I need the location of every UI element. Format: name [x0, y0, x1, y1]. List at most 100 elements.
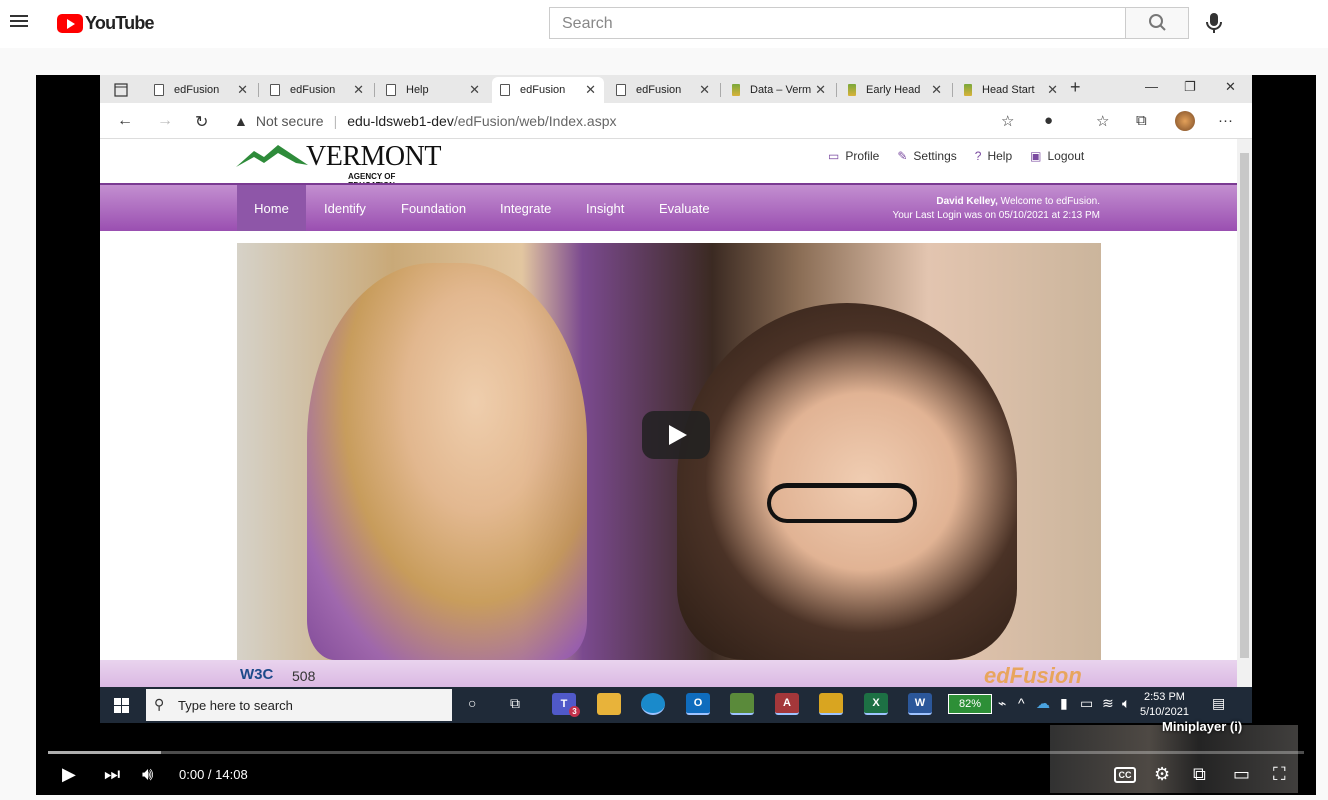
extension-icon[interactable]: ●: [1044, 112, 1053, 129]
help-link[interactable]: ? Help: [975, 149, 1012, 163]
nav-insight[interactable]: Insight: [586, 185, 624, 231]
next-icon[interactable]: ⏭︎: [104, 764, 120, 785]
youtube-logo[interactable]: YouTube: [57, 12, 155, 34]
tab-label: edFusion: [520, 84, 566, 96]
tab-actions-icon[interactable]: [114, 77, 128, 103]
tab-divider: [720, 83, 721, 97]
miniplayer-icon[interactable]: ⧉: [1193, 764, 1206, 785]
word-icon[interactable]: W: [908, 693, 932, 715]
windows-start-icon[interactable]: [114, 698, 129, 713]
close-icon[interactable]: ✕: [353, 82, 364, 98]
browser-tab[interactable]: edFusion ✕: [146, 77, 256, 103]
app-icon[interactable]: [819, 693, 843, 715]
close-icon[interactable]: ✕: [585, 82, 596, 98]
microphone-icon[interactable]: [1203, 11, 1225, 35]
volume-icon[interactable]: 🔊︎: [142, 764, 153, 785]
youtube-search-button[interactable]: [1125, 7, 1189, 39]
browser-tab[interactable]: edFusion ✕: [608, 77, 718, 103]
page-icon: [386, 84, 396, 96]
fullscreen-icon[interactable]: ⛶: [1273, 764, 1286, 785]
settings-gear-icon[interactable]: ⚙: [1154, 764, 1170, 785]
time-total: 14:08: [215, 767, 248, 782]
onedrive-icon[interactable]: ☁: [1036, 695, 1050, 712]
scrollbar-thumb[interactable]: [1240, 153, 1249, 658]
browser-tab[interactable]: Early Head ✕: [840, 77, 950, 103]
close-icon[interactable]: ✕: [931, 82, 942, 98]
video-player[interactable]: edFusion ✕ edFusion ✕ Help ✕ edFusion ✕ edFu…: [36, 75, 1316, 795]
time-current: 0:00: [179, 767, 205, 782]
time-display: 0:00 / 14:08: [179, 767, 248, 782]
vermont-logo[interactable]: VERMONT AGENCY OF EDUCATION: [236, 141, 441, 190]
url-field[interactable]: ▲ Not secure | edu-ldsweb1-dev /edFusion…: [234, 108, 1024, 134]
access-icon[interactable]: A: [775, 693, 799, 715]
app-icon[interactable]: [730, 693, 754, 715]
captions-button[interactable]: CC: [1114, 767, 1136, 783]
taskbar-search-input[interactable]: ⚲ Type here to search: [146, 689, 452, 721]
add-favorite-icon[interactable]: ☆: [1001, 112, 1014, 130]
favorites-icon[interactable]: ☆: [1096, 112, 1109, 130]
nav-home[interactable]: Home: [237, 185, 306, 231]
progress-bar[interactable]: [48, 751, 1304, 754]
welcome-name: David Kelley,: [936, 196, 998, 207]
large-play-button[interactable]: [642, 411, 710, 459]
nav-evaluate[interactable]: Evaluate: [659, 185, 710, 231]
page-scrollbar[interactable]: [1237, 139, 1252, 693]
browser-tab[interactable]: Help ✕: [378, 77, 488, 103]
forward-arrow-icon[interactable]: →: [157, 112, 173, 130]
logout-link[interactable]: ▣ Logout: [1030, 149, 1084, 163]
notifications-icon[interactable]: ▤: [1212, 695, 1225, 712]
miniplayer-tooltip: Miniplayer (i): [1162, 719, 1243, 734]
collections-icon[interactable]: ⧉: [1136, 112, 1147, 129]
profile-link[interactable]: ▭ Profile: [828, 149, 879, 163]
tab-label: edFusion: [636, 84, 682, 96]
close-icon[interactable]: ✕: [699, 82, 710, 98]
nav-identify[interactable]: Identify: [324, 185, 366, 231]
task-view-icon[interactable]: ⧉: [510, 695, 520, 712]
minimize-icon[interactable]: —: [1145, 79, 1158, 94]
avatar[interactable]: [1175, 111, 1195, 131]
new-tab-icon[interactable]: +: [1070, 77, 1081, 98]
settings-link[interactable]: ✎ Settings: [897, 149, 956, 163]
close-icon[interactable]: ✕: [815, 82, 826, 98]
more-menu-icon[interactable]: ···: [1218, 112, 1233, 129]
hamburger-menu-icon[interactable]: [10, 12, 30, 32]
theater-mode-icon[interactable]: ▭: [1233, 764, 1250, 785]
nav-integrate[interactable]: Integrate: [500, 185, 551, 231]
browser-tab-strip: edFusion ✕ edFusion ✕ Help ✕ edFusion ✕ edFu…: [100, 75, 1252, 103]
battery-indicator[interactable]: 82%: [948, 694, 992, 714]
address-bar-row: ← → ↻ ▲ Not secure | edu-ldsweb1-dev /ed…: [100, 103, 1252, 139]
wrench-icon: ✎: [897, 149, 908, 163]
chevron-up-icon[interactable]: ^: [1018, 695, 1025, 711]
close-icon[interactable]: ✕: [469, 82, 480, 98]
logout-link-label: Logout: [1047, 149, 1085, 163]
outlook-icon[interactable]: O: [686, 693, 710, 715]
battery-icon[interactable]: ▭: [1080, 695, 1093, 712]
excel-icon[interactable]: X: [864, 693, 888, 715]
mic-icon[interactable]: ▮: [1060, 695, 1068, 712]
not-secure-label: Not secure: [255, 113, 324, 129]
browser-tab[interactable]: Head Start ✕: [956, 77, 1066, 103]
browser-tab[interactable]: edFusion ✕: [262, 77, 372, 103]
play-icon[interactable]: ▶: [62, 764, 76, 785]
browser-tab[interactable]: Data – Verm ✕: [724, 77, 834, 103]
nav-foundation[interactable]: Foundation: [401, 185, 466, 231]
browser-tab-active[interactable]: edFusion ✕: [492, 77, 604, 103]
warning-icon: ▲: [234, 113, 248, 129]
refresh-icon[interactable]: ↻: [195, 112, 208, 132]
wifi-icon[interactable]: ≋: [1102, 695, 1114, 712]
close-icon[interactable]: ✕: [237, 82, 248, 98]
teams-icon[interactable]: T3: [552, 693, 580, 717]
back-arrow-icon[interactable]: ←: [117, 112, 133, 130]
close-icon[interactable]: ✕: [1047, 82, 1058, 98]
system-clock[interactable]: 2:53 PM 5/10/2021: [1140, 690, 1189, 720]
youtube-search-input[interactable]: Search: [549, 7, 1125, 39]
vermont-icon: [964, 84, 972, 96]
cortana-icon[interactable]: ○: [468, 695, 476, 711]
url-host: edu-ldsweb1-dev: [347, 113, 454, 129]
edge-icon[interactable]: [641, 693, 665, 715]
restore-icon[interactable]: ❐: [1184, 79, 1196, 95]
window-close-icon[interactable]: ✕: [1225, 79, 1236, 95]
tab-label: Help: [406, 84, 429, 96]
file-explorer-icon[interactable]: [597, 693, 621, 715]
volume-icon[interactable]: 🔈︎: [1122, 695, 1130, 712]
